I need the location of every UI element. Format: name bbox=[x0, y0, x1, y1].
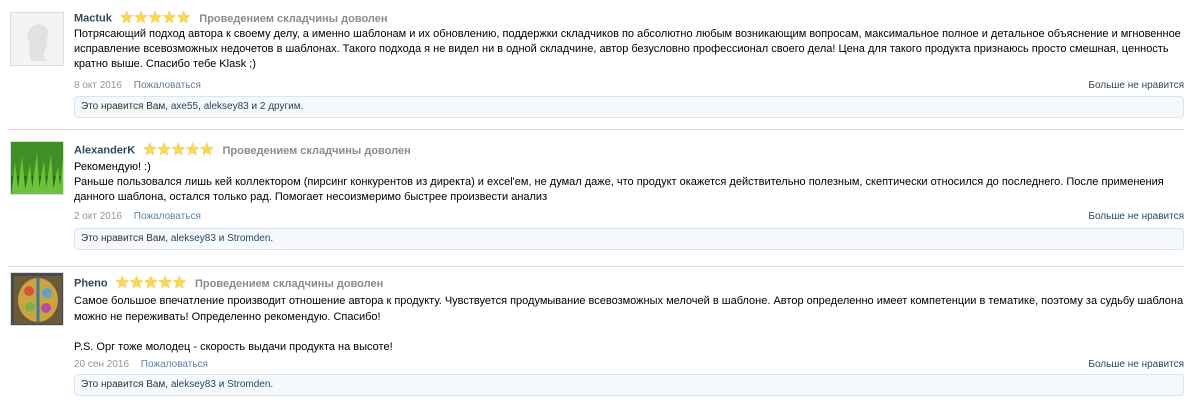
review-paragraph bbox=[74, 325, 1184, 339]
username-link[interactable]: AlexanderK bbox=[74, 145, 135, 157]
likes-end: . bbox=[300, 101, 304, 112]
divider bbox=[8, 129, 1184, 130]
unlike-link[interactable]: Больше не нравится bbox=[1088, 359, 1184, 370]
review-paragraph: Рекомендую! :) bbox=[74, 161, 151, 173]
rating-stars: ★★★★★ bbox=[142, 140, 215, 159]
avatar[interactable] bbox=[10, 12, 64, 66]
liker-link[interactable]: aleksey83 bbox=[171, 379, 216, 390]
liker-link[interactable]: aleksey83 bbox=[204, 101, 249, 112]
likes-and: и bbox=[218, 379, 225, 390]
likes-more-link[interactable]: Stromden bbox=[227, 233, 270, 244]
likes-summary: Это нравится Вам, axe55, aleksey83 и 2 д… bbox=[74, 96, 1184, 118]
review-date[interactable]: 2 окт 2016 bbox=[74, 211, 122, 222]
avatar[interactable] bbox=[10, 272, 64, 326]
report-link[interactable]: Пожаловаться bbox=[134, 211, 201, 222]
review-text: Рекомендую! :) Раньше пользовался лишь к… bbox=[74, 160, 1184, 205]
review-paragraph: P.S. Орг тоже молодец - скорость выдачи … bbox=[74, 341, 393, 353]
likes-prefix: Это нравится Вам, bbox=[81, 101, 169, 112]
review-item: AlexanderK ★★★★★ Проведением складчины д… bbox=[0, 131, 1192, 261]
liker-link[interactable]: aleksey83 bbox=[171, 233, 216, 244]
review-meta: 20 сен 2016 Пожаловаться Больше не нрави… bbox=[74, 359, 1184, 373]
liker-link[interactable]: axe55 bbox=[171, 101, 198, 112]
review-paragraph: Раньше пользовался лишь кей коллектором … bbox=[74, 176, 1164, 203]
review-meta: 2 окт 2016 Пожаловаться Больше не нравит… bbox=[74, 211, 1184, 225]
review-paragraph: Самое большое впечатление производит отн… bbox=[74, 295, 1184, 323]
review-meta: 8 окт 2016 Пожаловаться Больше не нравит… bbox=[74, 80, 1184, 94]
review-text: Потрясающий подход автора к своему делу,… bbox=[74, 27, 1184, 72]
username-link[interactable]: Mactuk bbox=[74, 13, 112, 25]
username-link[interactable]: Pheno bbox=[74, 278, 108, 290]
review-date[interactable]: 20 сен 2016 bbox=[74, 359, 129, 370]
rating-stars: ★★★★★ bbox=[114, 273, 187, 292]
likes-and: и bbox=[218, 233, 225, 244]
likes-more-link[interactable]: 2 другим bbox=[260, 101, 301, 112]
review-text: Самое большое впечатление производит отн… bbox=[74, 293, 1184, 355]
likes-end: . bbox=[270, 379, 274, 390]
rating-stars: ★★★★★ bbox=[118, 8, 192, 27]
unlike-link[interactable]: Больше не нравится bbox=[1088, 80, 1184, 91]
avatar[interactable] bbox=[10, 141, 64, 195]
review-header: Mactuk ★★★★★ Проведением складчины довол… bbox=[74, 8, 388, 27]
likes-prefix: Это нравится Вам, bbox=[81, 379, 169, 390]
review-header: Pheno ★★★★★ Проведением складчины доволе… bbox=[74, 273, 384, 292]
verdict-label: Проведением складчины доволен bbox=[222, 144, 411, 157]
likes-summary: Это нравится Вам, aleksey83 и Stromden. bbox=[74, 374, 1184, 396]
verdict-label: Проведением складчины доволен bbox=[199, 12, 388, 25]
review-date[interactable]: 8 окт 2016 bbox=[74, 80, 122, 91]
review-paragraph: Потрясающий подход автора к своему делу,… bbox=[74, 28, 1181, 70]
likes-summary: Это нравится Вам, aleksey83 и Stromden. bbox=[74, 228, 1184, 250]
review-header: AlexanderK ★★★★★ Проведением складчины д… bbox=[74, 140, 411, 159]
divider bbox=[8, 266, 1184, 267]
likes-and: и bbox=[251, 101, 258, 112]
report-link[interactable]: Пожаловаться bbox=[141, 359, 208, 370]
verdict-label: Проведением складчины доволен bbox=[195, 277, 384, 290]
report-link[interactable]: Пожаловаться bbox=[134, 80, 201, 91]
likes-end: . bbox=[270, 233, 274, 244]
unlike-link[interactable]: Больше не нравится bbox=[1088, 211, 1184, 222]
likes-prefix: Это нравится Вам, bbox=[81, 233, 169, 244]
review-item: Pheno ★★★★★ Проведением складчины доволе… bbox=[0, 268, 1192, 404]
review-item: Mactuk ★★★★★ Проведением складчины довол… bbox=[0, 0, 1192, 128]
likes-more-link[interactable]: Stromden bbox=[227, 379, 270, 390]
